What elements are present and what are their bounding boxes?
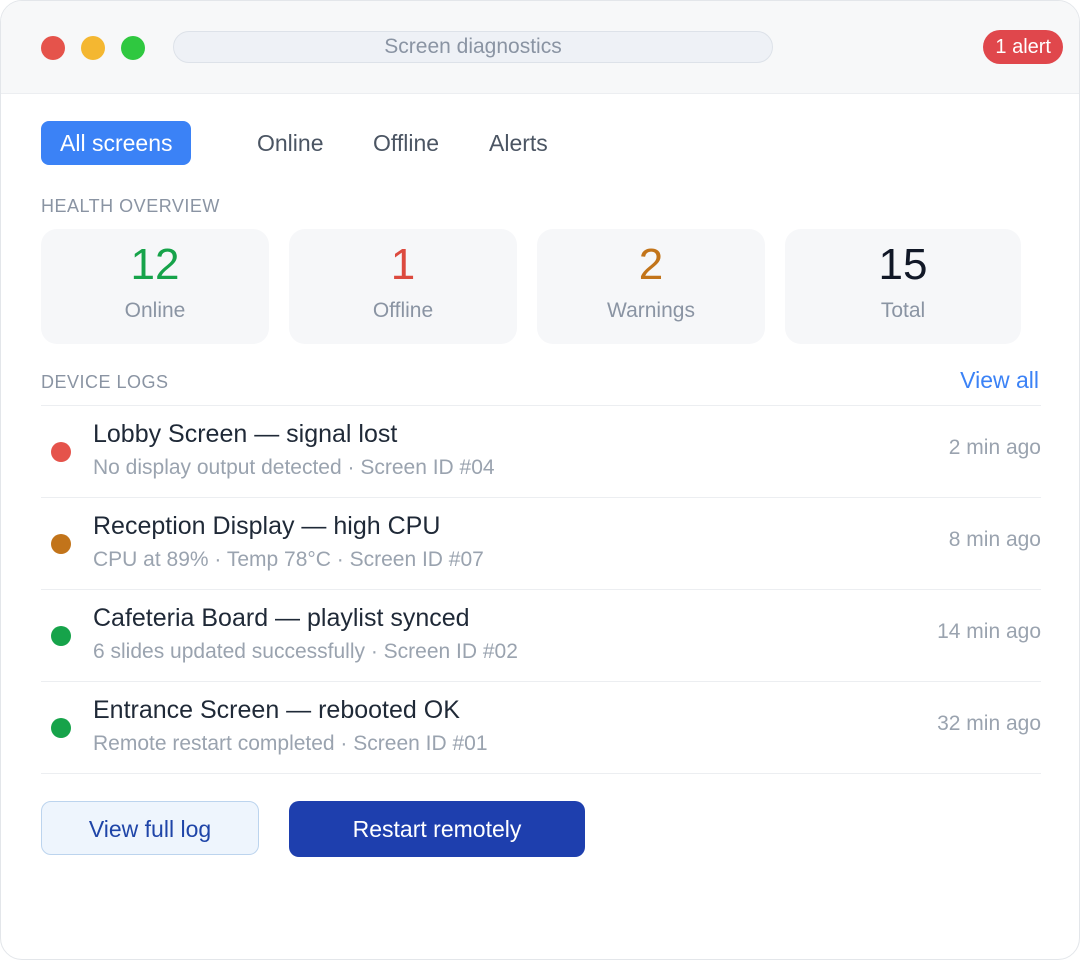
log-subtitle: Remote restart completed · Screen ID #01 (93, 732, 488, 755)
status-dot-icon (51, 626, 71, 646)
log-item[interactable]: Reception Display — high CPU CPU at 89% … (41, 497, 1041, 589)
close-window-button[interactable] (41, 36, 65, 60)
stat-card-online: 12 Online (41, 229, 269, 344)
view-full-log-button[interactable]: View full log (41, 801, 259, 855)
maximize-window-button[interactable] (121, 36, 145, 60)
title-bar: Screen diagnostics 1 alert (1, 1, 1079, 94)
status-dot-icon (51, 534, 71, 554)
status-dot-icon (51, 442, 71, 462)
log-item[interactable]: Cafeteria Board — playlist synced 6 slid… (41, 589, 1041, 681)
log-timestamp: 14 min ago (937, 620, 1041, 643)
stat-card-offline: 1 Offline (289, 229, 517, 344)
log-item[interactable]: Entrance Screen — rebooted OK Remote res… (41, 681, 1041, 774)
alert-badge[interactable]: 1 alert (983, 30, 1063, 64)
stat-label: Online (124, 299, 186, 322)
log-timestamp: 2 min ago (948, 436, 1041, 459)
log-subtitle: 6 slides updated successfully · Screen I… (93, 640, 518, 663)
stat-card-warnings: 2 Warnings (537, 229, 765, 344)
tab-online[interactable]: Online (257, 121, 323, 165)
stat-value: 12 (130, 240, 180, 289)
window-title-bar: Screen diagnostics (173, 31, 773, 63)
tab-offline[interactable]: Offline (373, 121, 439, 165)
log-item[interactable]: Lobby Screen — signal lost No display ou… (41, 405, 1041, 497)
restart-remotely-button[interactable]: Restart remotely (289, 801, 585, 857)
device-log-list: Lobby Screen — signal lost No display ou… (41, 405, 1041, 774)
status-dot-icon (51, 718, 71, 738)
minimize-window-button[interactable] (81, 36, 105, 60)
stat-label: Offline (372, 299, 434, 322)
log-subtitle: No display output detected · Screen ID #… (93, 456, 495, 479)
log-title: Entrance Screen — rebooted OK (93, 696, 460, 724)
stat-card-total: 15 Total (785, 229, 1021, 344)
tab-alerts[interactable]: Alerts (489, 121, 548, 165)
diagnostics-window: Screen diagnostics 1 alert All screens O… (0, 0, 1080, 960)
log-title: Cafeteria Board — playlist synced (93, 604, 470, 632)
stat-label: Warnings (607, 299, 695, 322)
log-title: Reception Display — high CPU (93, 512, 441, 540)
stat-value: 1 (390, 240, 416, 289)
log-timestamp: 8 min ago (948, 528, 1041, 551)
stat-value: 2 (638, 240, 664, 289)
log-subtitle: CPU at 89% · Temp 78°C · Screen ID #07 (93, 548, 484, 571)
view-all-link[interactable]: View all (960, 367, 1039, 394)
device-logs-heading: DEVICE LOGS (41, 372, 169, 392)
stat-value: 15 (878, 240, 928, 289)
stat-label: Total (880, 299, 926, 322)
log-timestamp: 32 min ago (937, 712, 1041, 735)
health-overview-heading: HEALTH OVERVIEW (41, 196, 220, 216)
log-title: Lobby Screen — signal lost (93, 420, 398, 448)
tab-all-screens[interactable]: All screens (41, 121, 192, 165)
